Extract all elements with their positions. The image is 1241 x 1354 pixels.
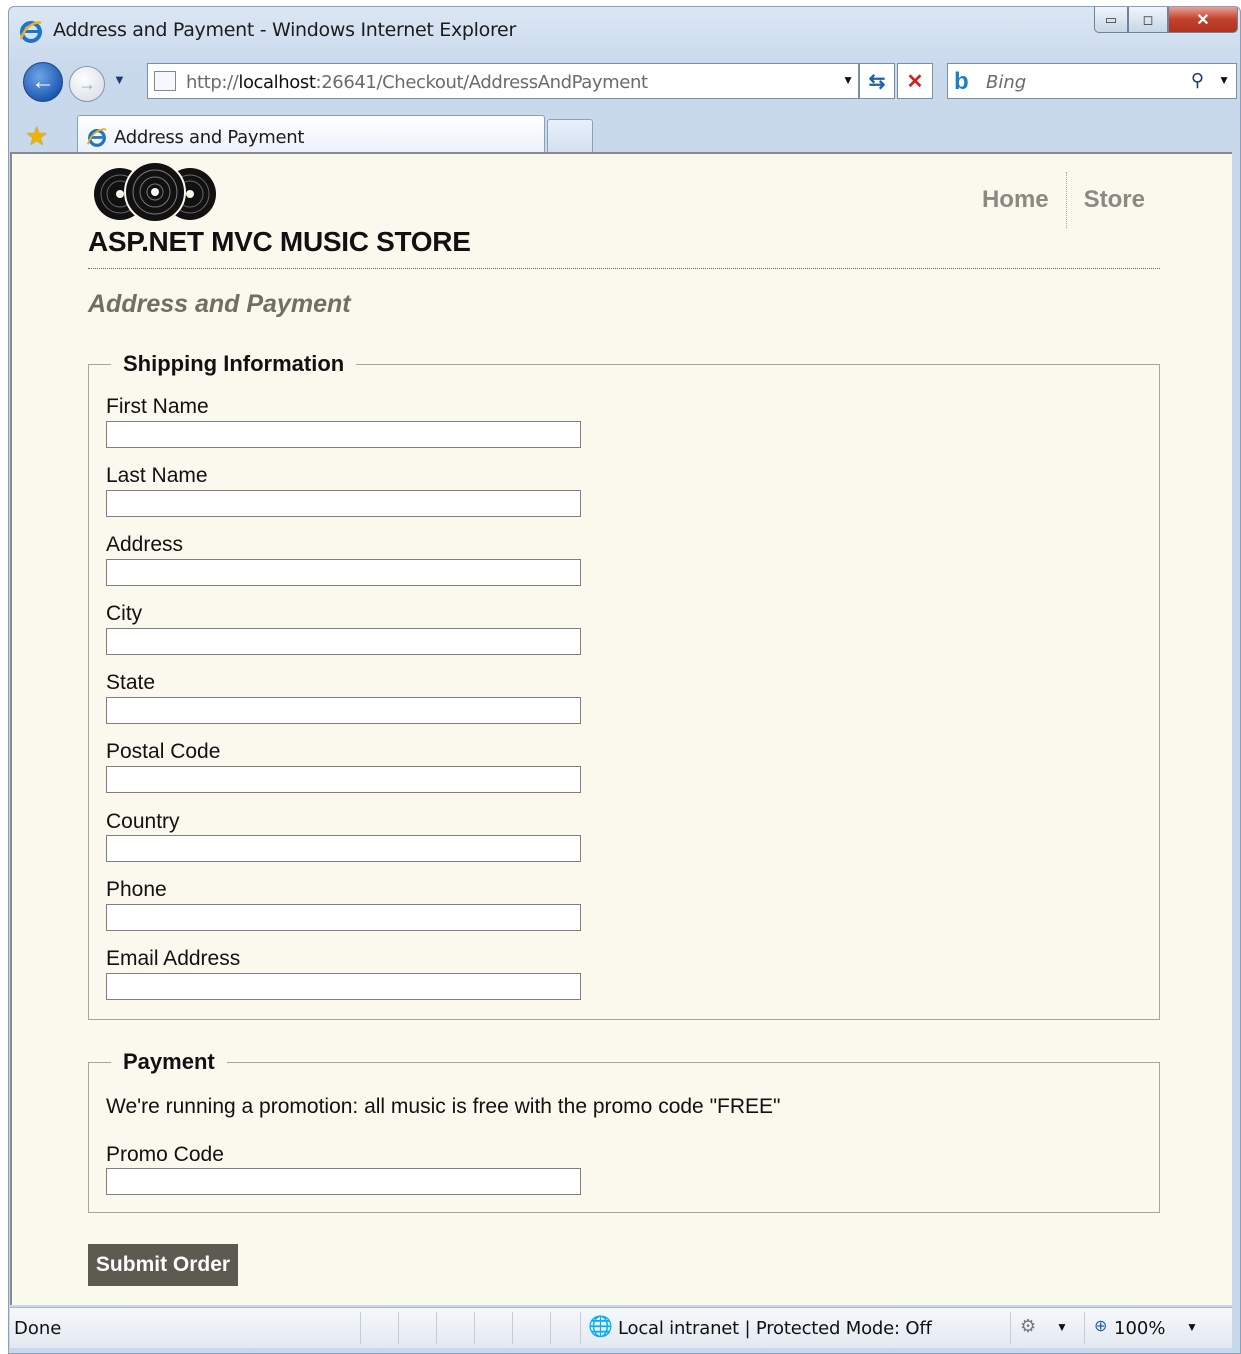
nav-link-home[interactable]: Home: [965, 172, 1066, 228]
refresh-button[interactable]: ⇆: [859, 63, 895, 99]
intranet-zone-icon: 🌐: [588, 1316, 613, 1338]
navigation-bar: ← → ▼ http://localhost:26641/Checkout/Ad…: [9, 57, 1240, 107]
country-input[interactable]: [106, 835, 581, 862]
forward-arrow-icon: →: [78, 73, 96, 94]
zoom-level[interactable]: 100%: [1114, 1318, 1165, 1339]
status-text: Done: [14, 1318, 62, 1339]
payment-fieldset: Payment We're running a promotion: all m…: [88, 1049, 1160, 1213]
protected-mode-dropdown-icon[interactable]: ▼: [1056, 1320, 1068, 1334]
back-button[interactable]: ←: [23, 62, 63, 102]
protected-mode-icon[interactable]: ⚙: [1020, 1316, 1036, 1337]
site-title: ASP.NET MVC MUSIC STORE: [88, 226, 471, 257]
state-label: State: [106, 671, 156, 694]
tab-title: Address and Payment: [114, 127, 305, 148]
status-divider: [474, 1312, 475, 1344]
window-title: Address and Payment - Windows Internet E…: [53, 19, 516, 41]
email-address-label: Email Address: [106, 947, 241, 970]
bing-logo-icon: b: [954, 68, 969, 95]
search-placeholder: Bing: [986, 72, 1027, 93]
payment-legend: Payment: [111, 1049, 227, 1075]
title-bar: Address and Payment - Windows Internet E…: [9, 7, 1240, 55]
submit-order-button[interactable]: Submit Order: [88, 1244, 238, 1286]
last-name-label: Last Name: [106, 464, 208, 487]
back-arrow-icon: ←: [31, 68, 55, 95]
stop-icon: ✕: [906, 70, 924, 93]
city-input[interactable]: [106, 628, 581, 655]
minimize-icon: ▭: [1104, 11, 1118, 27]
page-heading: Address and Payment: [88, 290, 351, 318]
nav-link-store[interactable]: Store: [1065, 172, 1162, 228]
search-options-dropdown-icon[interactable]: ▼: [1218, 73, 1230, 87]
minimize-button[interactable]: ▭: [1094, 7, 1128, 33]
status-divider: [550, 1312, 551, 1344]
close-icon: ✕: [1196, 11, 1210, 29]
ie-page-icon: [86, 128, 107, 147]
search-icon[interactable]: ⚲: [1191, 70, 1204, 91]
window-controls: ▭ ◻ ✕: [1094, 7, 1238, 33]
status-divider: [1084, 1312, 1085, 1344]
security-zone-text[interactable]: Local intranet | Protected Mode: Off: [618, 1318, 932, 1339]
page-icon: [154, 71, 176, 91]
status-divider: [436, 1312, 437, 1344]
address-input[interactable]: [106, 559, 581, 586]
ie-logo-icon: [19, 21, 42, 43]
music-store-logo-icon: [94, 161, 216, 223]
status-divider: [580, 1312, 581, 1344]
status-divider: [512, 1312, 513, 1344]
shipping-information-fieldset: Shipping Information First Name Last Nam…: [88, 351, 1160, 1020]
phone-input[interactable]: [106, 904, 581, 931]
email-address-input[interactable]: [106, 973, 581, 1000]
status-divider: [398, 1312, 399, 1344]
address-label: Address: [106, 533, 184, 556]
phone-label: Phone: [106, 878, 167, 901]
forward-button[interactable]: →: [69, 66, 105, 102]
favorites-star-icon[interactable]: ★: [25, 121, 48, 152]
postal-code-input[interactable]: [106, 766, 581, 793]
refresh-icon: ⇆: [868, 70, 886, 93]
zoom-icon[interactable]: ⊕: [1094, 1316, 1107, 1336]
status-bar: Done 🌐 Local intranet | Protected Mode: …: [10, 1307, 1232, 1348]
zoom-dropdown-icon[interactable]: ▼: [1186, 1320, 1198, 1334]
status-divider: [1010, 1312, 1011, 1344]
city-label: City: [106, 602, 143, 625]
first-name-label: First Name: [106, 395, 209, 418]
address-url[interactable]: http://localhost:26641/Checkout/AddressA…: [186, 72, 648, 93]
main-nav: Home Store: [965, 172, 1162, 228]
close-button[interactable]: ✕: [1168, 7, 1238, 33]
first-name-input[interactable]: [106, 421, 581, 448]
page-viewport: ASP.NET MVC MUSIC STORE Home Store Addre…: [10, 152, 1232, 1305]
shipping-legend: Shipping Information: [111, 351, 357, 377]
last-name-input[interactable]: [106, 490, 581, 517]
stop-button[interactable]: ✕: [897, 63, 933, 99]
promo-code-label: Promo Code: [106, 1143, 224, 1166]
maximize-button[interactable]: ◻: [1128, 7, 1168, 33]
state-input[interactable]: [106, 697, 581, 724]
header-divider: [88, 268, 1160, 269]
search-box[interactable]: b Bing ⚲ ▼: [947, 63, 1237, 99]
recent-pages-dropdown[interactable]: ▼: [113, 72, 126, 87]
status-divider: [360, 1312, 361, 1344]
country-label: Country: [106, 810, 180, 833]
promotion-note: We're running a promotion: all music is …: [106, 1095, 781, 1118]
address-dropdown-icon[interactable]: ▼: [842, 73, 854, 87]
address-bar[interactable]: http://localhost:26641/Checkout/AddressA…: [147, 63, 859, 99]
postal-code-label: Postal Code: [106, 740, 221, 763]
maximize-icon: ◻: [1142, 11, 1154, 27]
promo-code-input[interactable]: [106, 1168, 581, 1195]
